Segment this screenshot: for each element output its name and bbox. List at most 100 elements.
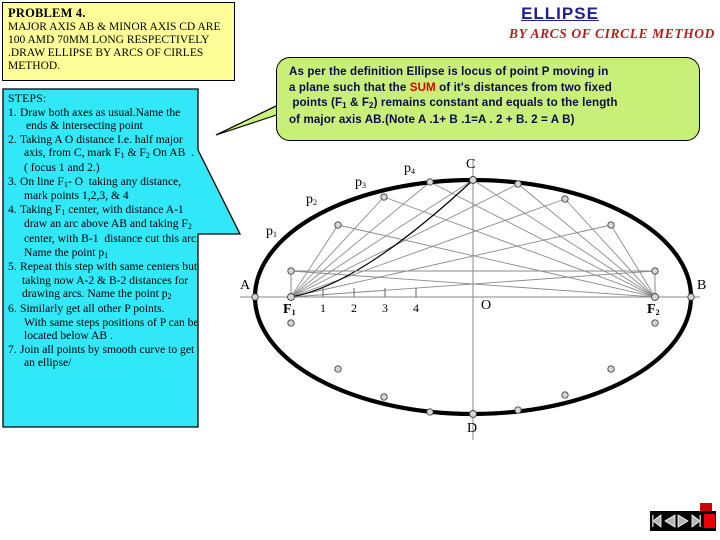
slideshow-nav-bar[interactable] bbox=[650, 511, 716, 531]
label-F2: F2 bbox=[647, 302, 660, 317]
point-lower-2 bbox=[334, 365, 342, 373]
point-lower-5 bbox=[514, 406, 522, 414]
definition-speech-bubble: As per the definition Ellipse is locus o… bbox=[276, 57, 700, 141]
step-number: 3. bbox=[8, 174, 17, 188]
problem-line-4: METHOD. bbox=[8, 60, 61, 72]
previous-arrow-icon[interactable] bbox=[664, 513, 676, 529]
bubble-line-2-pre: a plane such that the bbox=[289, 80, 410, 94]
step-number: 7. bbox=[8, 342, 17, 356]
step-number: 5. bbox=[8, 260, 17, 274]
step-line: ends & intersecting point bbox=[26, 119, 143, 133]
step-body: Join all points by smooth curve to get a… bbox=[20, 343, 236, 370]
division-ticks bbox=[322, 288, 417, 297]
slide-canvas: PROBLEM 4. MAJOR AXIS AB & MINOR AXIS CD… bbox=[0, 0, 720, 540]
point-F1 bbox=[287, 293, 295, 301]
page-title: ELLIPSE bbox=[521, 4, 599, 23]
point-A bbox=[251, 293, 259, 301]
point-lower-1 bbox=[287, 319, 295, 327]
step-line: With same steps positions of P can be bbox=[24, 315, 199, 329]
page-subtitle: BY ARCS OF CIRCLE METHOD bbox=[509, 26, 715, 41]
bubble-line-2: a plane such that the SUM of it's distan… bbox=[289, 80, 693, 96]
bubble-sum-highlight: SUM bbox=[409, 80, 436, 94]
point-lower-8 bbox=[651, 319, 659, 327]
ellipse-curve bbox=[252, 177, 694, 417]
last-arrow-icon[interactable] bbox=[690, 513, 702, 529]
step-line: an ellipse/ bbox=[24, 356, 72, 370]
step-line: On line F1- O taking any distance, bbox=[20, 174, 182, 189]
step-item-3: 3. On line F1- O taking any distance, ma… bbox=[8, 175, 236, 203]
point-p3 bbox=[380, 193, 388, 201]
label-division-1: 1 bbox=[320, 301, 326, 315]
step-line: located below AB . bbox=[24, 329, 113, 343]
point-F2 bbox=[651, 293, 659, 301]
step-body: Similarly get all other P points. With s… bbox=[20, 302, 236, 343]
step-line: axis, from C, mark F1 & F2 On AB . bbox=[24, 146, 195, 161]
point-upper-7 bbox=[607, 221, 615, 229]
step-line: Join all points by smooth curve to get bbox=[20, 342, 195, 356]
step-number: 4. bbox=[8, 202, 17, 216]
point-upper-8 bbox=[651, 267, 659, 275]
step-number: 2. bbox=[8, 132, 17, 146]
point-lower-6 bbox=[561, 391, 569, 399]
bubble-line-3: points (F1 & F2) remains constant and eq… bbox=[289, 96, 618, 110]
point-p4 bbox=[426, 178, 434, 186]
problem-line-3: .DRAW ELLIPSE BY ARCS OF CIRLES bbox=[8, 47, 204, 59]
step-line: mark points 1,2,3, & 4 bbox=[24, 189, 129, 203]
step-body: Repeat this step with same centers but t… bbox=[20, 260, 236, 302]
label-A: A bbox=[240, 278, 251, 293]
step-line: draw an arc above AB and taking F2 bbox=[24, 217, 192, 232]
label-p4: p4 bbox=[404, 161, 415, 176]
step-body: On line F1- O taking any distance, mark … bbox=[20, 175, 236, 203]
step-item-4: 4. Taking F1 center, with distance A-1 d… bbox=[8, 203, 236, 260]
bubble-line-2-post: of it's distances from two fixed bbox=[435, 80, 612, 94]
label-p2: p2 bbox=[306, 192, 317, 207]
label-C: C bbox=[466, 157, 476, 172]
problem-line-2: 100 AMD 70MM LONG RESPECTIVELY bbox=[8, 34, 210, 46]
label-p3: p3 bbox=[355, 175, 366, 190]
bubble-line-4: of major axis AB.(Note A .1+ B .1=A . 2 … bbox=[289, 112, 575, 126]
step-number: 1. bbox=[8, 105, 17, 119]
point-p1 bbox=[287, 267, 295, 275]
point-D bbox=[469, 410, 477, 418]
stop-square-icon[interactable] bbox=[704, 514, 715, 528]
step-item-7: 7. Join all points by smooth curve to ge… bbox=[8, 343, 236, 370]
slideshow-corner-marker bbox=[700, 503, 712, 511]
label-O: O bbox=[481, 298, 492, 313]
step-number: 6. bbox=[8, 301, 17, 315]
label-F1: F1 bbox=[283, 302, 296, 317]
point-lower-7 bbox=[607, 365, 615, 373]
step-line: ( focus 1 and 2.) bbox=[24, 160, 100, 174]
step-item-6: 6. Similarly get all other P points. Wit… bbox=[8, 302, 236, 343]
point-B bbox=[687, 293, 695, 301]
step-line: Name the point p1 bbox=[24, 245, 109, 260]
problem-title: PROBLEM 4. bbox=[8, 6, 86, 20]
bubble-line-1: As per the definition Ellipse is locus o… bbox=[289, 65, 609, 78]
step-line: Repeat this step with same centers but bbox=[20, 260, 198, 274]
first-arrow-icon[interactable] bbox=[651, 513, 663, 529]
problem-line-1: MAJOR AXIS AB & MINOR AXIS CD ARE bbox=[8, 21, 221, 33]
speech-bubble-text: As per the definition Ellipse is locus o… bbox=[289, 64, 693, 127]
plotted-points bbox=[251, 176, 695, 418]
step-body: Taking F1 center, with distance A-1 draw… bbox=[20, 203, 236, 260]
point-upper-6 bbox=[561, 195, 569, 203]
step-line: Taking F1 center, with distance A-1 bbox=[20, 202, 184, 217]
next-arrow-icon[interactable] bbox=[677, 513, 689, 529]
step-item-5: 5. Repeat this step with same centers bu… bbox=[8, 260, 236, 302]
step-line: Similarly get all other P points. bbox=[20, 301, 165, 315]
label-p1: p1 bbox=[266, 224, 277, 239]
label-B: B bbox=[697, 278, 707, 293]
point-p2 bbox=[334, 221, 342, 229]
construction-lines bbox=[290, 179, 656, 298]
label-D: D bbox=[467, 421, 478, 436]
point-upper-5 bbox=[514, 180, 522, 188]
point-lower-4 bbox=[426, 408, 434, 416]
step-line: center, with B-1 distance cut this arc. bbox=[24, 231, 199, 245]
step-line: drawing arcs. Name the point p2 bbox=[22, 287, 172, 302]
step-line: taking now A-2 & B-2 distances for bbox=[22, 273, 189, 287]
problem-statement-box: PROBLEM 4. MAJOR AXIS AB & MINOR AXIS CD… bbox=[2, 2, 235, 81]
label-division-3: 3 bbox=[382, 301, 388, 315]
label-division-2: 2 bbox=[351, 301, 357, 315]
label-division-4: 4 bbox=[413, 301, 419, 315]
point-lower-3 bbox=[380, 393, 388, 401]
point-C bbox=[469, 176, 477, 184]
